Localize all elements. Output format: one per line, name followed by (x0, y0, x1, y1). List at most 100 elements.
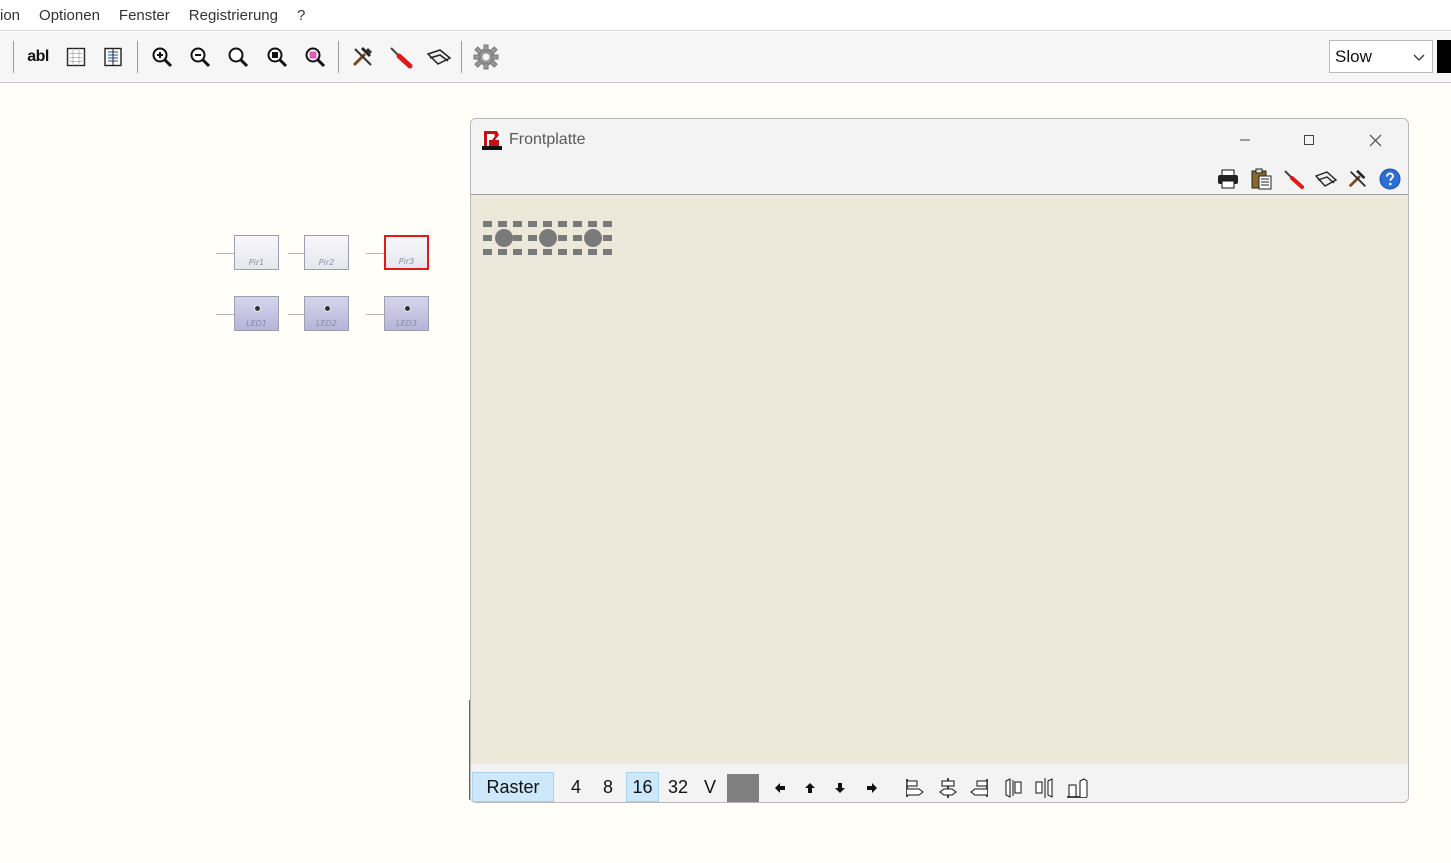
raster-option-label: 8 (602, 776, 613, 797)
distribute-left-icon (1005, 778, 1022, 798)
probe-button[interactable] (387, 43, 415, 71)
raster-option-4[interactable]: 4 (565, 772, 587, 802)
arrow-down-icon (835, 783, 845, 793)
led-node[interactable]: LED1 (234, 296, 279, 331)
color-indicator (1437, 40, 1451, 73)
clipboard-button[interactable] (1249, 167, 1273, 191)
toolbar-separator (137, 41, 138, 73)
node-label: LED3 (396, 319, 417, 328)
color-swatch[interactable] (727, 774, 759, 802)
wire (216, 253, 235, 254)
close-button[interactable] (1359, 127, 1391, 153)
node-label: Pir2 (318, 258, 335, 267)
arrow-right-icon (867, 783, 877, 793)
eraser-button[interactable] (1314, 167, 1338, 191)
node-label: LED2 (316, 319, 337, 328)
raster-option-16[interactable]: 16 (626, 772, 659, 802)
raster-option-8[interactable]: 8 (597, 772, 619, 802)
menu-item-partial[interactable]: ion (0, 7, 20, 24)
menu-bar: ion Optionen Fenster Registrierung ? (0, 0, 1451, 31)
tools-button[interactable] (349, 43, 377, 71)
probe-icon (1284, 170, 1304, 189)
frontplatte-title-bar[interactable]: Frontplatte (471, 119, 1408, 162)
eraser-icon (426, 49, 452, 65)
frontplatte-canvas[interactable] (471, 196, 1408, 764)
menu-item-optionen[interactable]: Optionen (39, 7, 100, 24)
menu-item-fenster[interactable]: Fenster (119, 7, 170, 24)
minimize-icon (1240, 139, 1250, 141)
align-left-button[interactable] (903, 776, 927, 800)
help-button[interactable] (1378, 167, 1402, 191)
pir-sensor-node[interactable]: Pir1 (234, 235, 279, 270)
grid-button[interactable] (62, 43, 90, 71)
clipboard-icon (1251, 168, 1272, 190)
move-up-button[interactable] (798, 776, 822, 800)
settings-gear-icon (473, 44, 499, 70)
zoom-icon (228, 47, 249, 68)
zoom-fit-icon (267, 47, 288, 68)
raster-option-v[interactable]: V (700, 772, 720, 802)
led-icon (404, 305, 411, 312)
move-right-button[interactable] (860, 776, 884, 800)
zoom-in-button[interactable] (148, 43, 176, 71)
node-label: Pir3 (398, 257, 415, 266)
menu-item-registrierung[interactable]: Registrierung (189, 7, 278, 24)
raster-option-label: 32 (667, 776, 689, 797)
zoom-out-button[interactable] (186, 43, 214, 71)
speed-select[interactable]: Slow (1329, 40, 1433, 73)
led-bar-component[interactable] (483, 219, 615, 259)
wire (216, 314, 235, 315)
distribute-right-button[interactable] (1065, 776, 1089, 800)
grid-icon (66, 47, 86, 67)
raster-button[interactable]: Raster (472, 772, 554, 802)
distribute-center-button[interactable] (1033, 776, 1057, 800)
tools-icon (352, 47, 373, 67)
wire (366, 253, 384, 254)
distribute-left-button[interactable] (1001, 776, 1025, 800)
move-left-button[interactable] (768, 776, 792, 800)
settings-button[interactable] (472, 43, 500, 71)
align-right-button[interactable] (967, 776, 991, 800)
maximize-button[interactable] (1293, 127, 1325, 153)
wire (288, 253, 305, 254)
align-left-icon (906, 779, 924, 797)
led-node[interactable]: LED3 (384, 296, 429, 331)
zoom-selection-icon (305, 47, 326, 68)
pir-sensor-node-selected[interactable]: Pir3 (384, 235, 429, 270)
wire (288, 314, 305, 315)
wire (366, 314, 384, 315)
move-down-button[interactable] (828, 776, 852, 800)
print-button[interactable] (1216, 167, 1240, 191)
zoom-selection-button[interactable] (301, 43, 329, 71)
zoom-button[interactable] (224, 43, 252, 71)
raster-option-label: V (703, 776, 716, 797)
align-center-button[interactable] (936, 776, 960, 800)
eraser-button[interactable] (425, 43, 453, 71)
speed-select-value: Slow (1335, 46, 1372, 66)
minimize-button[interactable] (1229, 127, 1261, 153)
page-view-button[interactable] (99, 43, 127, 71)
raster-option-label: 16 (632, 776, 653, 797)
frontplatte-toolbar (471, 162, 1408, 195)
zoom-in-icon (152, 47, 173, 68)
led-node[interactable]: LED2 (304, 296, 349, 331)
probe-button[interactable] (1282, 167, 1306, 191)
distribute-center-icon (1035, 778, 1053, 798)
frontplatte-bottom-bar: Raster 4 8 16 32 V (471, 764, 1408, 802)
raster-option-32[interactable]: 32 (665, 772, 691, 802)
zoom-out-icon (190, 47, 211, 68)
close-icon (1369, 134, 1381, 146)
app-logo-icon (482, 130, 502, 150)
zoom-fit-button[interactable] (263, 43, 291, 71)
tools-button[interactable] (1346, 167, 1370, 191)
align-center-icon (939, 778, 957, 798)
pir-sensor-node[interactable]: Pir2 (304, 235, 349, 270)
window-title: Frontplatte (509, 131, 586, 148)
toolbar-separator (461, 41, 462, 73)
toolbar-separator (338, 41, 339, 73)
window-edge-line (469, 700, 470, 800)
arrow-left-icon (775, 783, 785, 793)
text-tool-button[interactable]: abl (24, 43, 52, 71)
main-toolbar: abl Slow (0, 32, 1451, 83)
menu-item-help[interactable]: ? (297, 7, 305, 24)
